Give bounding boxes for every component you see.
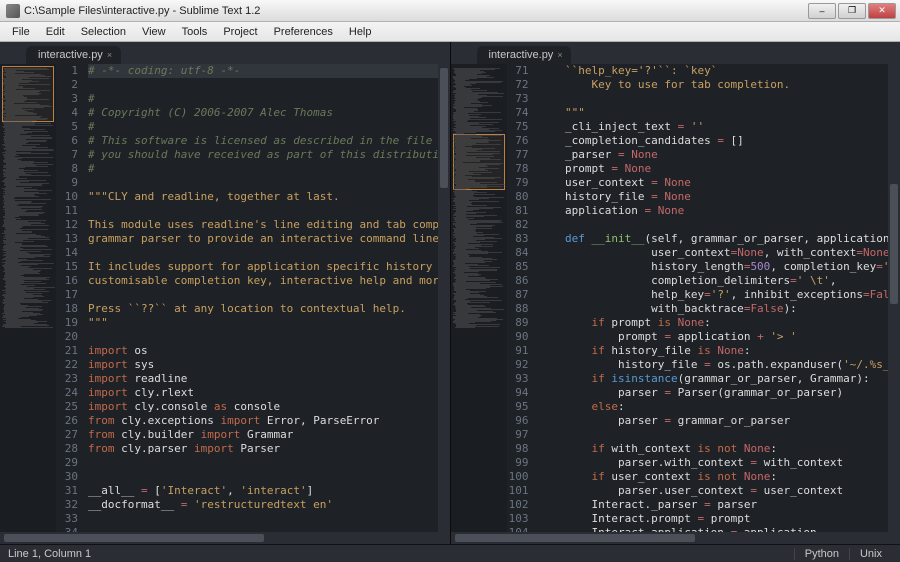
- close-icon[interactable]: ×: [107, 50, 117, 60]
- tab-right[interactable]: interactive.py ×: [477, 46, 572, 64]
- window-titlebar: C:\Sample Files\interactive.py - Sublime…: [0, 0, 900, 22]
- vertical-scrollbar[interactable]: [888, 64, 900, 532]
- code-content[interactable]: ``help_key='?'``: `key` Key to use for t…: [535, 64, 889, 532]
- minimap-left[interactable]: [0, 64, 56, 532]
- menu-help[interactable]: Help: [341, 24, 380, 40]
- scroll-thumb[interactable]: [4, 534, 264, 542]
- menu-tools[interactable]: Tools: [174, 24, 216, 40]
- tab-label: interactive.py: [489, 49, 554, 61]
- code-editor-right[interactable]: 7172737475767778798081828384858687888990…: [507, 64, 889, 532]
- code-editor-left[interactable]: 1234567891011121314151617181920212223242…: [56, 64, 438, 532]
- menu-preferences[interactable]: Preferences: [266, 24, 341, 40]
- status-bar: Line 1, Column 1 Python Unix: [0, 544, 900, 562]
- minimap-right[interactable]: [451, 64, 507, 532]
- window-controls: – ❐ ✕: [808, 3, 896, 19]
- menu-project[interactable]: Project: [215, 24, 265, 40]
- status-position: Line 1, Column 1: [8, 548, 91, 560]
- line-gutter: 7172737475767778798081828384858687888990…: [507, 64, 535, 532]
- minimize-button[interactable]: –: [808, 3, 836, 19]
- editor-pane-right: interactive.py × 71727374757677787980818…: [451, 42, 900, 544]
- app-icon: [6, 4, 20, 18]
- tab-label: interactive.py: [38, 49, 103, 61]
- tab-left[interactable]: interactive.py ×: [26, 46, 121, 64]
- tab-bar-right: interactive.py ×: [451, 42, 900, 64]
- scroll-thumb[interactable]: [440, 68, 448, 188]
- tab-bar-left: interactive.py ×: [0, 42, 450, 64]
- editor-pane-left: interactive.py × 12345678910111213141516…: [0, 42, 451, 544]
- code-content[interactable]: # -*- coding: utf-8 -*- # # Copyright (C…: [84, 64, 438, 532]
- menu-bar: FileEditSelectionViewToolsProjectPrefere…: [0, 22, 900, 42]
- close-icon[interactable]: ×: [557, 50, 567, 60]
- menu-edit[interactable]: Edit: [38, 24, 73, 40]
- scroll-thumb[interactable]: [890, 184, 898, 304]
- window-title: C:\Sample Files\interactive.py - Sublime…: [4, 5, 808, 17]
- status-line-endings[interactable]: Unix: [849, 548, 892, 560]
- close-button[interactable]: ✕: [868, 3, 896, 19]
- status-syntax[interactable]: Python: [794, 548, 849, 560]
- horizontal-scrollbar[interactable]: [0, 532, 450, 544]
- horizontal-scrollbar[interactable]: [451, 532, 900, 544]
- maximize-button[interactable]: ❐: [838, 3, 866, 19]
- vertical-scrollbar[interactable]: [438, 64, 450, 532]
- menu-view[interactable]: View: [134, 24, 174, 40]
- editor-workspace: interactive.py × 12345678910111213141516…: [0, 42, 900, 544]
- menu-file[interactable]: File: [4, 24, 38, 40]
- menu-selection[interactable]: Selection: [73, 24, 134, 40]
- line-gutter: 1234567891011121314151617181920212223242…: [56, 64, 84, 532]
- scroll-thumb[interactable]: [455, 534, 695, 542]
